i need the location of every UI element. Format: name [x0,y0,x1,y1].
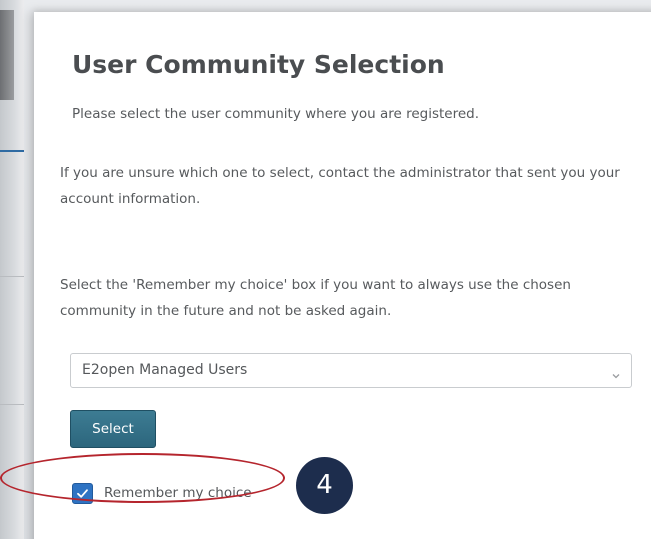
community-select-value: E2open Managed Users [82,362,248,378]
screenshot-stage: User Community Selection Please select t… [0,0,651,539]
remember-choice-checkbox[interactable] [72,483,93,504]
remember-help-text: Select the 'Remember my choice' box if y… [60,277,571,319]
background-accent-line [0,150,24,152]
step-number-badge: 4 [296,457,353,514]
dialog-title: User Community Selection [72,50,445,79]
select-button[interactable]: Select [70,410,156,448]
community-selection-dialog: User Community Selection Please select t… [34,12,651,539]
background-window-fragment [0,10,14,100]
checkmark-icon [77,489,88,498]
dialog-intro-text: Please select the user community where y… [72,106,480,122]
chevron-down-icon [611,366,621,379]
background-divider [0,404,24,405]
unsure-help-text: If you are unsure which one to select, c… [60,165,620,207]
remember-choice-label: Remember my choice [104,485,252,501]
background-divider [0,276,24,277]
background-window-edge [0,0,24,539]
community-select[interactable]: E2open Managed Users [70,353,632,388]
